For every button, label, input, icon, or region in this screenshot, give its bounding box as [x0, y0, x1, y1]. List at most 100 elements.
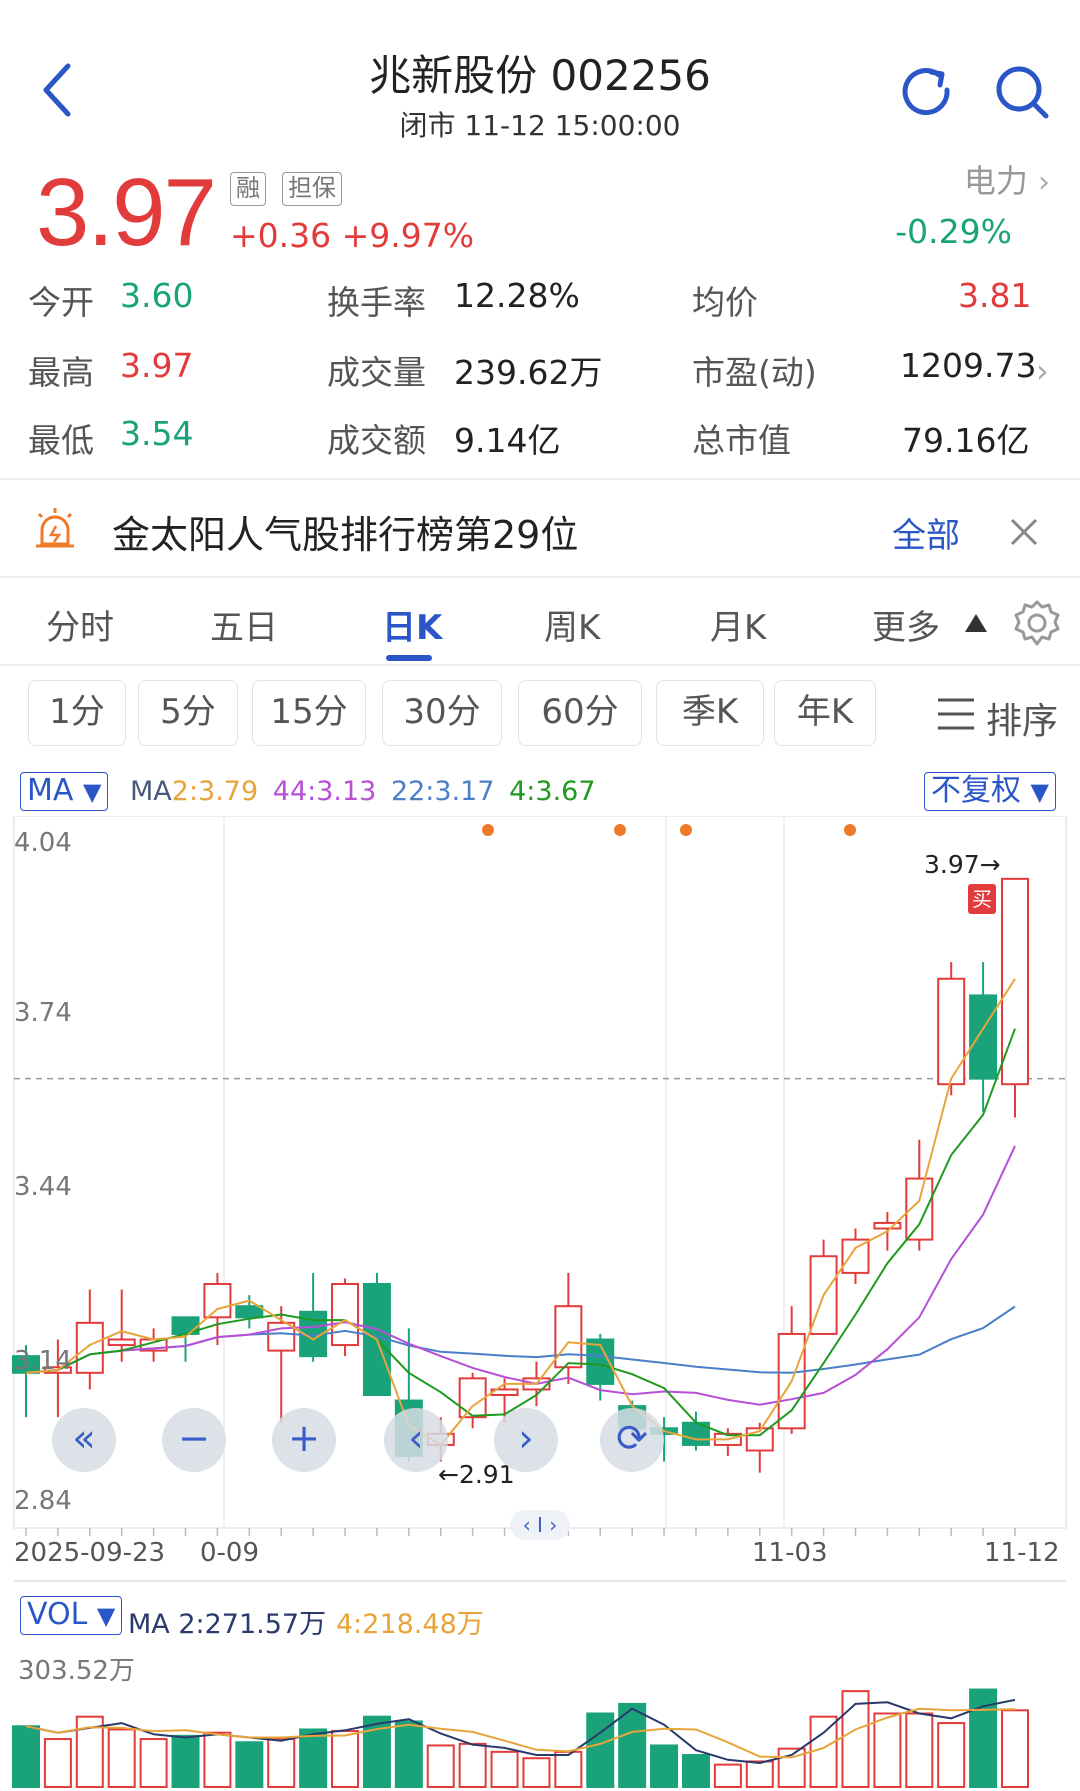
volume-label: 成交量: [327, 353, 426, 392]
avg-label: 均价: [692, 283, 758, 322]
event-marker: [680, 824, 692, 836]
volume-bar-up: [43, 1738, 72, 1789]
banner-all-link[interactable]: 全部: [892, 508, 960, 557]
high-value: 3.97: [120, 346, 194, 385]
chevron-right-icon: ›: [1038, 165, 1050, 200]
volume-bar-down: [299, 1728, 328, 1788]
volume-bar-up: [937, 1722, 966, 1788]
y-axis-label-bottom: 2.84: [14, 1486, 72, 1516]
open-label: 今开: [28, 283, 94, 322]
tab-monthly-k[interactable]: 月K: [710, 600, 766, 649]
volume-bar-down: [171, 1734, 200, 1788]
volume-bar-up: [554, 1750, 583, 1788]
candle-up: [107, 1338, 136, 1347]
zoom-in-button[interactable]: +: [272, 1408, 336, 1472]
x-axis-label: 11-12: [984, 1538, 1060, 1568]
period-quarter-k[interactable]: 季K: [656, 680, 764, 746]
step-right-button[interactable]: ›: [494, 1408, 558, 1472]
chevron-right-icon[interactable]: ›: [1036, 352, 1049, 390]
step-left-button[interactable]: ‹: [384, 1408, 448, 1472]
volume-bar-down: [650, 1744, 679, 1788]
current-price: 3.97: [36, 159, 217, 266]
volume-bar-down: [586, 1712, 615, 1788]
tab-more[interactable]: 更多: [872, 600, 940, 649]
adjust-select[interactable]: 不复权 ▼: [924, 772, 1057, 811]
volume-bar-up: [139, 1738, 168, 1789]
ma44-legend: 44:3.13: [272, 776, 377, 807]
x-axis-label: 11-03: [752, 1538, 828, 1568]
volume-chart[interactable]: [0, 1632, 1080, 1791]
menu-icon[interactable]: [936, 696, 976, 732]
change-amount: +0.36: [230, 216, 332, 255]
volume-bar-up: [267, 1738, 296, 1789]
period-60min[interactable]: 60分: [518, 680, 642, 746]
amount-label: 成交额: [327, 421, 426, 460]
event-marker: [614, 824, 626, 836]
y-axis-label-top: 4.04: [14, 828, 72, 858]
popularity-banner[interactable]: 金太阳人气股排行榜第29位 全部: [0, 482, 1080, 576]
scroll-left-button[interactable]: «: [52, 1408, 116, 1472]
volume-bar-up: [1001, 1709, 1029, 1788]
volume-bar-up: [745, 1760, 774, 1789]
change-percent: +9.97%: [341, 216, 475, 255]
ma2-legend: 2:3.79: [171, 776, 259, 807]
candle-up: [458, 1377, 487, 1419]
period-year-k[interactable]: 年K: [774, 680, 876, 746]
ma4-line: [25, 1028, 1016, 1437]
low-label: 最低: [28, 421, 94, 460]
candle-up: [331, 1283, 360, 1347]
volume-value: 239.62万: [454, 353, 603, 392]
period-5min[interactable]: 5分: [138, 680, 238, 746]
divider: [0, 478, 1080, 480]
volume-bar-up: [841, 1690, 870, 1789]
gear-icon[interactable]: [1012, 598, 1062, 648]
tab-five-day[interactable]: 五日: [210, 600, 278, 649]
search-icon[interactable]: [990, 60, 1054, 124]
ma-indicator-select[interactable]: MA ▼: [20, 772, 109, 811]
zoom-out-button[interactable]: −: [162, 1408, 226, 1472]
ma2-line: [25, 978, 1016, 1447]
mcap-value: 79.16亿: [902, 421, 1030, 460]
price-change: +0.36 +9.97%: [230, 216, 474, 255]
expand-handle[interactable]: ‹ I ›: [510, 1510, 570, 1540]
tab-intraday[interactable]: 分时: [46, 600, 114, 649]
period-selector: 1分 5分 15分 30分 60分 季K 年K 排序: [0, 666, 1080, 762]
volume-bar-down: [681, 1754, 710, 1788]
volume-bar-up: [522, 1757, 551, 1788]
close-icon[interactable]: [1004, 512, 1044, 552]
refresh-icon[interactable]: [895, 60, 959, 124]
sector-name: 电力: [963, 162, 1028, 200]
buy-signal-badge[interactable]: 买: [968, 884, 996, 914]
volume-bar-down: [12, 1725, 40, 1788]
candle-up: [937, 977, 966, 1086]
volume-bar-up: [713, 1763, 742, 1788]
triangle-up-icon[interactable]: [963, 610, 989, 636]
sector-link[interactable]: 电力 ›: [964, 156, 1050, 202]
triangle-down-icon: ▼: [96, 1602, 116, 1630]
max-price-marker: 3.97→: [924, 850, 1001, 879]
guarantee-tag: 担保: [282, 172, 342, 206]
period-15min[interactable]: 15分: [252, 680, 366, 746]
low-value: 3.54: [120, 414, 194, 453]
high-label: 最高: [28, 353, 94, 392]
chart-tabs: 分时 五日 日K 周K 月K 更多: [0, 580, 1080, 666]
ma-legend-prefix: MA: [130, 776, 172, 807]
period-30min[interactable]: 30分: [382, 680, 502, 746]
divider: [0, 576, 1080, 578]
event-marker: [482, 824, 494, 836]
period-1min[interactable]: 1分: [28, 680, 126, 746]
mcap-label: 总市值: [692, 421, 791, 460]
header: 兆新股份 002256 闭市 11-12 15:00:00: [0, 0, 1080, 150]
volume-bar-up: [905, 1712, 934, 1788]
pe-value: 1209.73: [900, 346, 1037, 385]
tab-weekly-k[interactable]: 周K: [544, 600, 600, 649]
volume-bar-up: [331, 1730, 360, 1788]
vol-indicator-select[interactable]: VOL ▼: [20, 1596, 123, 1635]
candle-up: [554, 1305, 583, 1369]
tab-daily-k[interactable]: 日K: [382, 600, 442, 649]
divider: [14, 1580, 1066, 1582]
sort-button[interactable]: 排序: [986, 692, 1058, 744]
adjust-label: 不复权: [931, 773, 1021, 808]
ma22-legend: 22:3.17: [390, 776, 495, 807]
rotate-screen-button[interactable]: ⟳: [600, 1408, 664, 1472]
